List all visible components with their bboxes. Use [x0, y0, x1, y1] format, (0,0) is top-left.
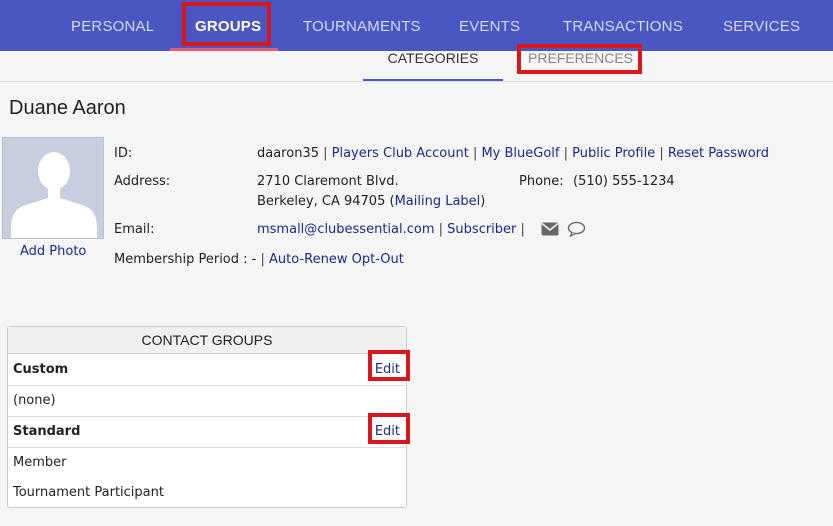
edit-custom-button[interactable]: Edit	[375, 362, 400, 377]
tab-groups[interactable]: GROUPS	[195, 0, 261, 51]
players-club-account-link[interactable]: Players Club Account	[332, 146, 469, 161]
group-item: Member	[13, 455, 67, 470]
mailing-label-link[interactable]: Mailing Label	[395, 194, 481, 209]
id-label: ID:	[114, 146, 133, 161]
add-photo-link[interactable]: Add Photo	[20, 244, 86, 259]
separator: |	[659, 146, 668, 161]
subscriber-link[interactable]: Subscriber	[447, 222, 516, 237]
phone-value: (510) 555-1234	[573, 174, 675, 189]
subtab-categories[interactable]: CATEGORIES	[363, 51, 503, 81]
person-silhouette-icon	[3, 138, 103, 238]
edit-standard-button[interactable]: Edit	[375, 424, 400, 439]
auto-renew-link[interactable]: Auto-Renew Opt-Out	[269, 252, 404, 267]
group-section-custom: Custom	[13, 362, 69, 377]
divider	[8, 385, 406, 386]
membership-row: Membership Period : - | Auto-Renew Opt-O…	[114, 252, 404, 267]
address-line2: Berkeley, CA 94705	[257, 194, 386, 209]
subtab-preferences[interactable]: PREFERENCES	[528, 51, 633, 81]
address-line2-row: Berkeley, CA 94705 (Mailing Label)	[257, 194, 486, 209]
id-row: daaron35 | Players Club Account | My Blu…	[257, 146, 769, 161]
address-label: Address:	[114, 174, 171, 189]
public-profile-link[interactable]: Public Profile	[572, 146, 655, 161]
membership-label: Membership Period :	[114, 252, 248, 267]
id-value: daaron35	[257, 146, 319, 161]
email-label: Email:	[114, 222, 155, 237]
separator: |	[323, 146, 332, 161]
sub-nav: CATEGORIES PREFERENCES	[0, 51, 833, 82]
separator: |	[563, 146, 573, 161]
email-link[interactable]: msmall@clubessential.com	[257, 222, 435, 237]
tab-tournaments[interactable]: TOURNAMENTS	[303, 0, 421, 51]
contact-groups-panel: CONTACT GROUPS Custom Edit (none) Standa…	[7, 326, 407, 508]
tab-events[interactable]: EVENTS	[459, 0, 520, 51]
speech-bubble-icon[interactable]	[567, 221, 586, 237]
separator: |	[260, 252, 270, 267]
top-nav: PERSONAL GROUPS TOURNAMENTS EVENTS TRANS…	[0, 0, 833, 51]
tab-services[interactable]: SERVICES	[723, 0, 800, 51]
reset-password-link[interactable]: Reset Password	[668, 146, 769, 161]
separator: |	[438, 222, 448, 237]
avatar[interactable]	[2, 137, 104, 239]
email-row: msmall@clubessential.com | Subscriber |	[257, 222, 525, 237]
group-section-standard: Standard	[13, 424, 81, 439]
member-name: Duane Aaron	[9, 97, 126, 119]
group-item: Tournament Participant	[13, 485, 164, 500]
phone-label: Phone:	[519, 174, 564, 189]
group-item: (none)	[13, 393, 56, 408]
my-bluegolf-link[interactable]: My BlueGolf	[481, 146, 559, 161]
divider	[8, 416, 406, 417]
membership-value: -	[251, 252, 257, 267]
tab-transactions[interactable]: TRANSACTIONS	[563, 0, 683, 51]
envelope-icon[interactable]	[541, 222, 559, 236]
tab-personal[interactable]: PERSONAL	[71, 0, 154, 51]
divider	[8, 447, 406, 448]
contact-groups-title: CONTACT GROUPS	[8, 327, 406, 354]
address-line1: 2710 Claremont Blvd.	[257, 174, 399, 189]
separator: |	[520, 222, 525, 237]
